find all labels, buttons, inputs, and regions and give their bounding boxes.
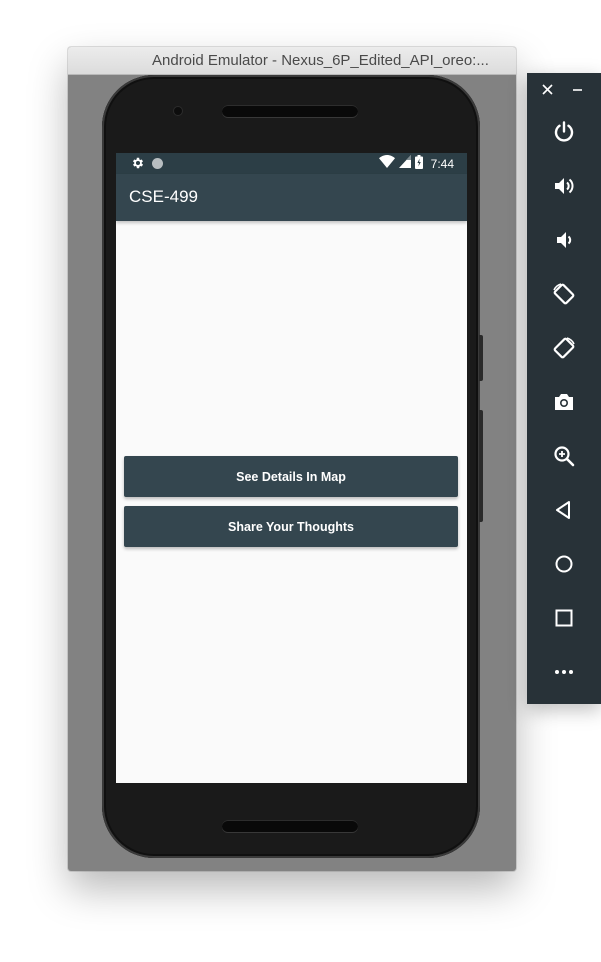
front-camera	[174, 107, 182, 115]
close-icon[interactable]	[542, 82, 553, 100]
settings-icon	[131, 156, 145, 175]
back-icon[interactable]	[549, 495, 579, 525]
rotate-left-icon[interactable]	[549, 279, 579, 309]
more-icon[interactable]	[549, 657, 579, 687]
home-icon[interactable]	[549, 549, 579, 579]
phone-power-key	[479, 335, 483, 381]
device-screen: 7:44 CSE-499 See Details In Map Share Yo…	[116, 153, 467, 783]
rotate-right-icon[interactable]	[549, 333, 579, 363]
window-title-bar[interactable]: Android Emulator - Nexus_6P_Edited_API_o…	[68, 47, 516, 75]
app-toolbar: CSE-499	[116, 174, 467, 221]
zoom-icon[interactable]	[549, 441, 579, 471]
status-time: 7:44	[430, 157, 454, 171]
overview-icon[interactable]	[549, 603, 579, 633]
power-icon[interactable]	[549, 117, 579, 147]
phone-volume-key	[479, 410, 483, 522]
camera-icon[interactable]	[549, 387, 579, 417]
top-speaker	[222, 105, 358, 117]
wifi-icon	[378, 155, 395, 173]
notification-dot-icon	[152, 158, 163, 169]
bottom-speaker	[222, 820, 358, 832]
window-title: Android Emulator - Nexus_6P_Edited_API_o…	[152, 52, 489, 69]
signal-icon	[398, 155, 411, 173]
status-icons: 7:44	[378, 154, 454, 174]
battery-icon	[414, 154, 423, 174]
volume-up-icon[interactable]	[549, 171, 579, 201]
emulator-toolbar	[527, 73, 601, 704]
stage: Android Emulator - Nexus_6P_Edited_API_o…	[0, 0, 601, 962]
minimize-icon[interactable]	[572, 82, 583, 100]
status-bar: 7:44	[116, 153, 467, 174]
app-title: CSE-499	[129, 187, 198, 206]
volume-down-icon[interactable]	[549, 225, 579, 255]
share-your-thoughts-button[interactable]: Share Your Thoughts	[124, 506, 458, 547]
see-details-in-map-button[interactable]: See Details In Map	[124, 456, 458, 497]
